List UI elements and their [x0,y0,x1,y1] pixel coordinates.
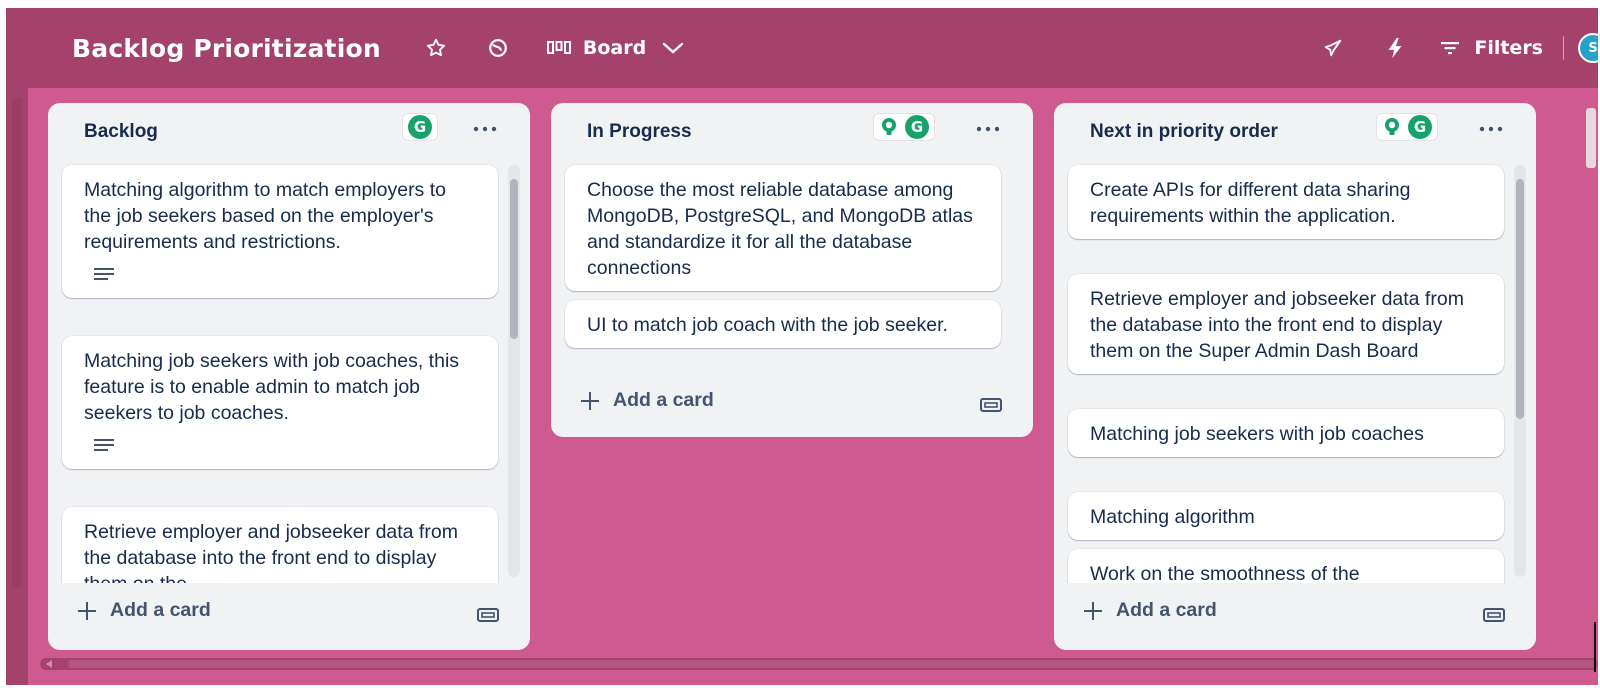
text-cursor-mark [1594,622,1596,672]
header-divider [1563,36,1564,60]
scrollbar-thumb[interactable] [1516,179,1524,419]
list-header: In Progress G [551,103,1033,161]
plus-icon [78,601,96,620]
list-card[interactable]: Retrieve employer and jobseeker data fro… [1068,274,1504,374]
board-frame: Backlog Prioritization Board Filters S B… [6,8,1598,685]
list-badges: G [402,113,438,141]
filters-button[interactable]: Filters [1440,28,1557,68]
scrollbar-thumb[interactable] [510,179,518,339]
star-button[interactable] [419,28,453,68]
more-horizontal-icon [1479,126,1503,132]
card-title: Matching job seekers with job coaches [1090,423,1424,445]
create-from-template-button[interactable] [476,603,500,627]
chevron-down-icon [662,42,684,54]
automation-button[interactable] [1378,28,1412,68]
list-more-button[interactable] [973,115,1003,143]
card-title: Matching algorithm to match employers to… [84,179,446,253]
sidebar-scrollbar[interactable] [12,98,22,588]
list-header: Next in priority order G [1054,103,1536,161]
power-ups-button[interactable] [1316,28,1350,68]
add-card-button[interactable]: Add a card [1084,599,1217,622]
horizontal-scrollbar-thumb[interactable] [68,660,1598,668]
card-template-icon [1483,608,1505,622]
card-list: Create APIs for different data sharing r… [1054,161,1536,583]
add-card-button[interactable]: Add a card [78,599,211,622]
board-title[interactable]: Backlog Prioritization [72,34,381,63]
scroll-left-arrow-icon[interactable] [46,660,52,668]
card-title: Work on the smoothness of the [1090,563,1360,583]
list-more-button[interactable] [470,115,500,143]
list-card[interactable]: Matching job seekers with job coaches, t… [62,336,498,469]
list-title[interactable]: Next in priority order [1090,121,1278,143]
lightning-bolt-icon [1388,37,1402,59]
description-lines-icon [94,268,114,280]
plus-icon [1084,601,1102,620]
board-view-switcher[interactable]: Board [541,28,690,68]
list-footer: Add a card [1054,583,1536,645]
list-card[interactable]: Work on the smoothness of the [1068,549,1504,583]
list-in-progress: In Progress G Choose the most reliable d… [551,103,1033,437]
card-template-icon [477,608,499,622]
create-from-template-button[interactable] [1482,603,1506,627]
next-list-peek [1586,108,1596,168]
card-list: Matching algorithm to match employers to… [48,161,530,583]
list-backlog: Backlog G Matching algorithm to match em… [48,103,530,650]
description-lines-icon [94,439,114,451]
list-next-in-priority: Next in priority order G Create APIs for… [1054,103,1536,650]
card-title: Retrieve employer and jobseeker data fro… [84,521,458,583]
list-header: Backlog G [48,103,530,161]
card-list: Choose the most reliable database among … [551,161,1033,375]
list-card[interactable]: Create APIs for different data sharing r… [1068,165,1504,239]
lightbulb-icon[interactable] [1382,117,1402,137]
board-horizontal-scrollbar[interactable] [40,658,1598,670]
rocket-icon [1325,39,1342,57]
create-from-template-button[interactable] [979,393,1003,417]
list-card[interactable]: Matching job seekers with job coaches [1068,409,1504,457]
more-horizontal-icon [976,126,1000,132]
visibility-button[interactable] [481,28,515,68]
add-card-button[interactable]: Add a card [581,389,714,412]
star-icon [426,38,445,57]
view-label: Board [582,37,647,59]
list-card[interactable]: Retrieve employer and jobseeker data fro… [62,507,498,583]
globe-icon [488,39,507,57]
list-card[interactable]: Choose the most reliable database among … [565,165,1001,291]
list-footer: Add a card [551,375,1033,437]
card-title: Retrieve employer and jobseeker data fro… [1090,288,1464,362]
left-sidebar-rail [6,8,28,685]
more-horizontal-icon [473,126,497,132]
add-card-label: Add a card [110,599,211,621]
filters-label: Filters [1474,37,1543,59]
list-title[interactable]: In Progress [587,121,692,143]
list-card[interactable]: Matching algorithm to match employers to… [62,165,498,298]
list-card[interactable]: Matching algorithm [1068,492,1504,540]
list-scrollbar[interactable] [508,165,520,577]
list-card[interactable]: UI to match job coach with the job seeke… [565,300,1001,348]
card-title: Create APIs for different data sharing r… [1090,179,1411,227]
plus-icon [581,391,599,410]
card-title: Matching algorithm [1090,506,1255,528]
card-title: Matching job seekers with job coaches, t… [84,350,460,424]
card-title: UI to match job coach with the job seeke… [587,314,948,336]
list-more-button[interactable] [1476,115,1506,143]
list-footer: Add a card [48,583,530,645]
add-card-label: Add a card [613,389,714,411]
filter-icon [1441,42,1460,55]
grammarly-icon[interactable]: G [408,115,432,139]
member-avatar[interactable]: S [1578,33,1598,63]
list-title[interactable]: Backlog [84,121,158,143]
add-card-label: Add a card [1116,599,1217,621]
card-title: Choose the most reliable database among … [587,179,973,279]
list-badges: G [1376,113,1438,141]
board-header: Backlog Prioritization Board Filters S [28,8,1598,88]
board-view-icon [546,41,571,54]
grammarly-icon[interactable]: G [905,115,929,139]
list-badges: G [873,113,935,141]
grammarly-icon[interactable]: G [1408,115,1432,139]
lightbulb-icon[interactable] [879,117,899,137]
list-scrollbar[interactable] [1514,165,1526,577]
card-template-icon [980,398,1002,412]
